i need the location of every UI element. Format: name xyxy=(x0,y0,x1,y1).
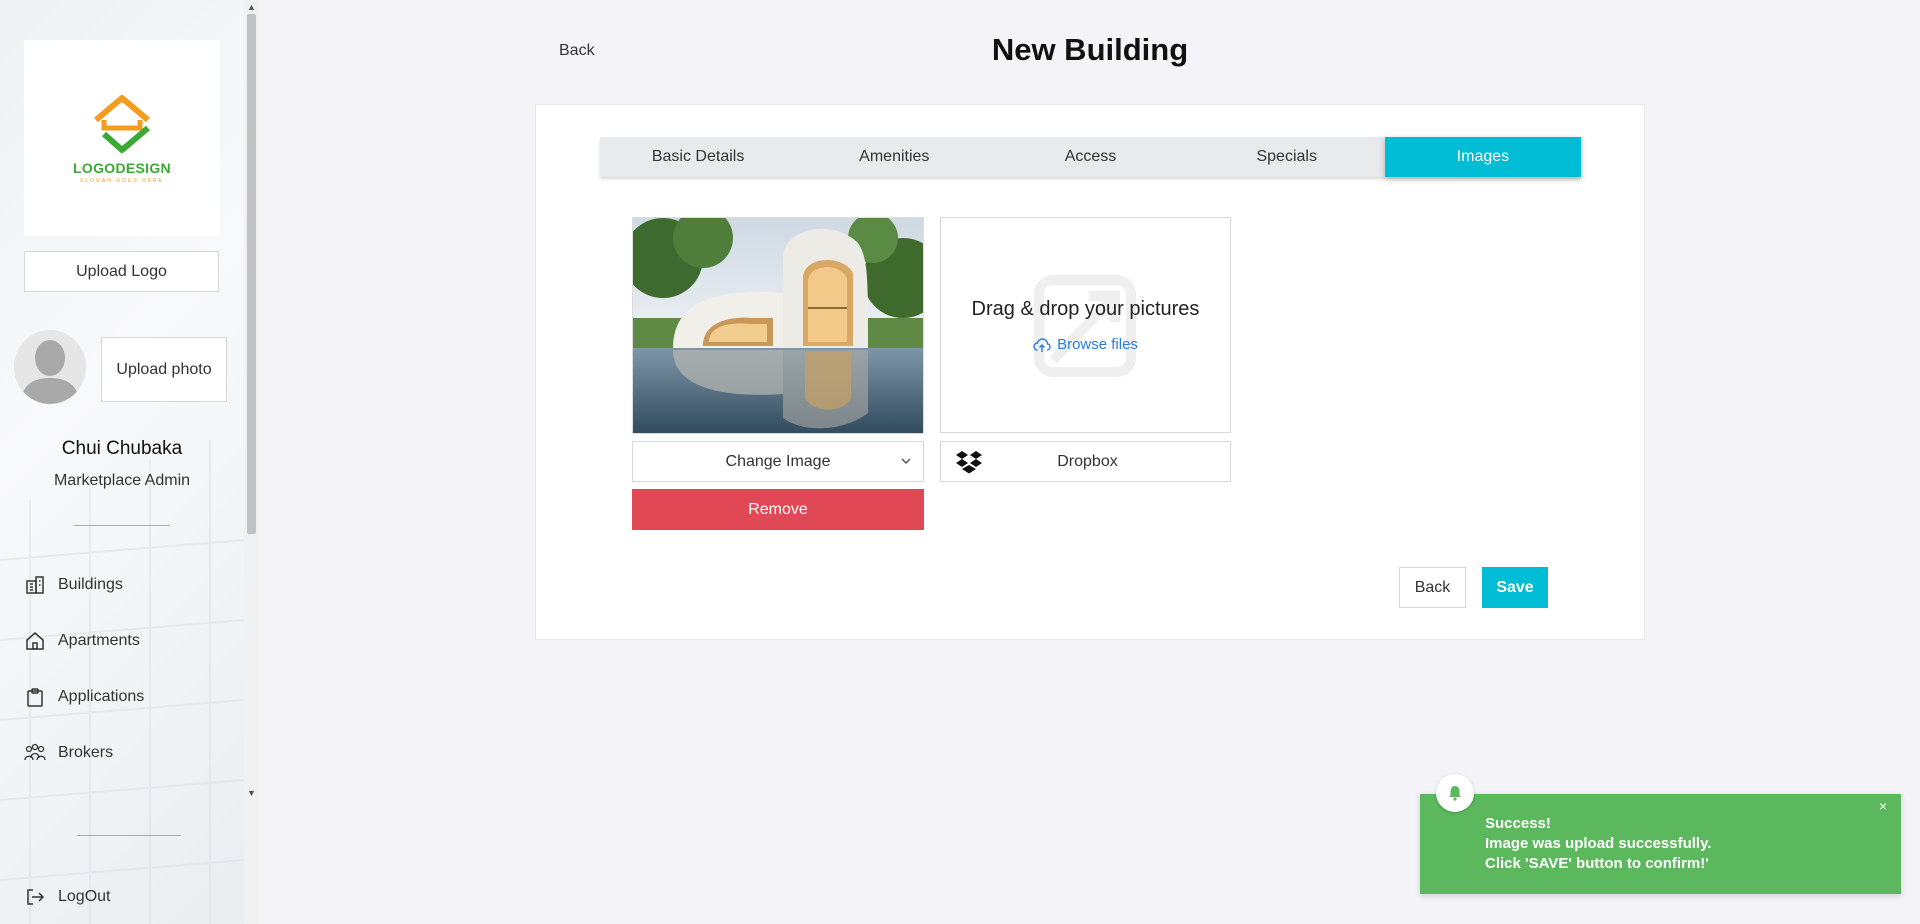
change-image-dropdown[interactable]: Change Image xyxy=(632,441,924,482)
building-image-preview xyxy=(632,217,924,434)
nav-item-applications[interactable]: Applications xyxy=(24,686,144,708)
upload-logo-button[interactable]: Upload Logo xyxy=(24,251,219,292)
logout-button[interactable]: LogOut xyxy=(24,886,110,908)
people-icon xyxy=(24,742,46,764)
home-icon xyxy=(24,630,46,652)
building-icon xyxy=(24,574,46,596)
tab-amenities[interactable]: Amenities xyxy=(796,137,992,177)
divider xyxy=(74,525,170,526)
back-button[interactable]: Back xyxy=(1399,567,1466,608)
browse-files-label: Browse files xyxy=(1057,336,1138,353)
toast-line-1: Image was upload successfully. xyxy=(1485,835,1712,852)
logo-text: LOGODESIGN xyxy=(73,160,171,176)
scroll-up-icon[interactable]: ▲ xyxy=(247,2,256,12)
remove-image-button[interactable]: Remove xyxy=(632,489,924,530)
scroll-down-icon[interactable]: ▼ xyxy=(247,788,256,798)
user-role: Marketplace Admin xyxy=(53,472,191,489)
tab-basic-details[interactable]: Basic Details xyxy=(600,137,796,177)
clipboard-icon xyxy=(24,686,46,708)
nav-label-applications: Applications xyxy=(58,688,145,705)
browse-files-link[interactable]: Browse files xyxy=(941,336,1230,353)
divider xyxy=(77,835,181,836)
image-dropzone[interactable]: Drag & drop your pictures Browse files xyxy=(940,217,1231,433)
toast-message: Success! Image was upload successfully. … xyxy=(1485,814,1711,874)
nav-label-brokers: Brokers xyxy=(58,744,114,761)
building-form-card: Basic Details Amenities Access Specials … xyxy=(535,104,1645,640)
avatar xyxy=(14,330,86,404)
toast-line-2: Click 'SAVE' button to confirm!' xyxy=(1485,855,1709,872)
logo-slogan: SLOGAN GOES HERE xyxy=(80,178,164,184)
upload-photo-button[interactable]: Upload photo xyxy=(101,337,227,402)
image-placeholder-icon xyxy=(1034,275,1136,377)
change-image-label: Change Image xyxy=(725,452,831,470)
bell-icon xyxy=(1436,774,1474,812)
toast-title: Success! xyxy=(1485,815,1551,832)
user-name: Chui Chubaka xyxy=(61,438,183,459)
page-title: New Building xyxy=(991,32,1189,67)
sidebar-scrollbar[interactable]: ▲ ▼ xyxy=(244,0,259,924)
sidebar: ▲ ▼ LOGODESIGN SLOGAN GOES HERE Upload L… xyxy=(0,0,259,924)
save-button[interactable]: Save xyxy=(1482,567,1548,608)
tab-specials[interactable]: Specials xyxy=(1189,137,1385,177)
close-icon[interactable]: × xyxy=(1879,798,1887,814)
dropzone-text: Drag & drop your pictures xyxy=(971,298,1200,320)
company-logo: LOGODESIGN SLOGAN GOES HERE xyxy=(24,40,220,236)
logout-icon xyxy=(24,886,46,908)
tab-access[interactable]: Access xyxy=(992,137,1188,177)
nav-item-buildings[interactable]: Buildings xyxy=(24,574,123,596)
tab-images[interactable]: Images xyxy=(1384,137,1582,177)
dropbox-label: Dropbox xyxy=(1057,453,1118,470)
dropbox-button[interactable]: Dropbox xyxy=(940,441,1231,482)
nav-label-buildings: Buildings xyxy=(58,576,123,593)
success-toast: × Success! Image was upload successfully… xyxy=(1420,774,1901,894)
tab-bar: Basic Details Amenities Access Specials … xyxy=(600,137,1582,177)
logout-label: LogOut xyxy=(58,888,111,905)
nav-item-apartments[interactable]: Apartments xyxy=(24,630,140,652)
chevron-down-icon xyxy=(899,454,913,473)
logo-house-icon xyxy=(94,95,150,153)
cloud-upload-icon xyxy=(1033,337,1051,352)
nav-item-brokers[interactable]: Brokers xyxy=(24,742,113,764)
nav-label-apartments: Apartments xyxy=(58,632,140,649)
scrollbar-thumb[interactable] xyxy=(247,14,256,534)
